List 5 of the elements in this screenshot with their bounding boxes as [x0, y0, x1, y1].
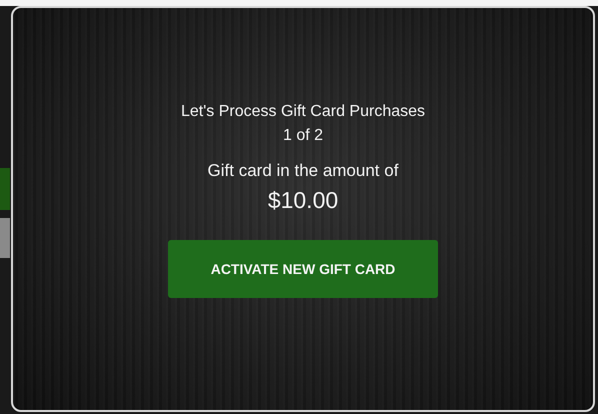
- activate-button[interactable]: ACTIVATE NEW GIFT CARD: [168, 240, 438, 298]
- counter-text: 1 of 2: [282, 127, 324, 145]
- amount-label: Gift card in the amount of: [208, 161, 398, 181]
- amount-value: $10.00: [268, 187, 338, 214]
- dialog-title: Let's Process Gift Card Purchases: [180, 103, 426, 121]
